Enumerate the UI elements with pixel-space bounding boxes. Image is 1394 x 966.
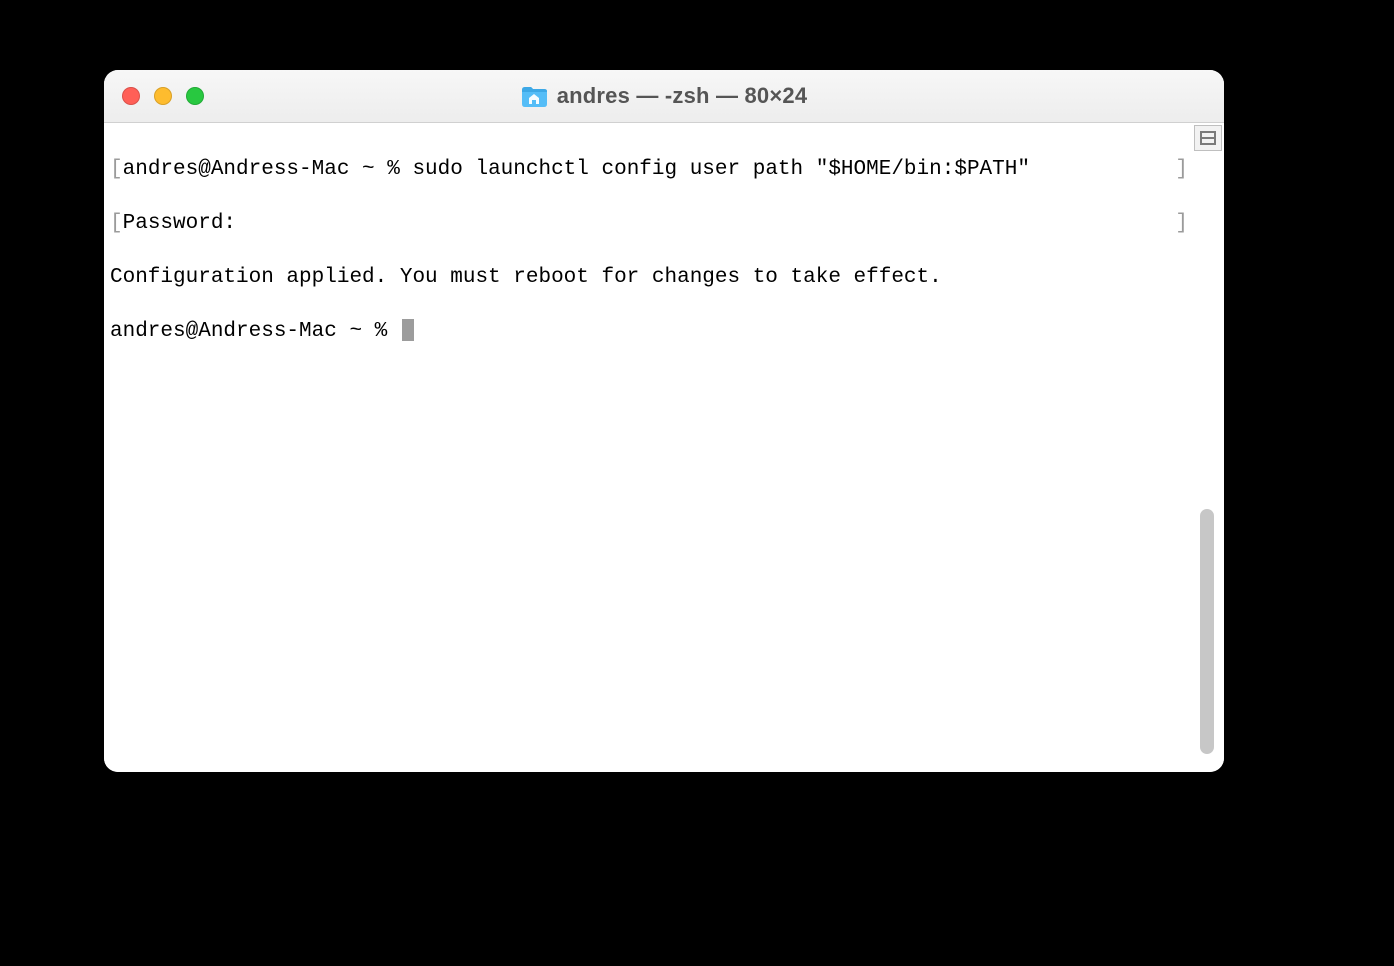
line3-text: Configuration applied. You must reboot f… [110,266,942,289]
line1-open-bracket: [ [110,158,123,181]
minimize-button[interactable] [154,87,172,105]
right-gutter [1194,123,1224,772]
traffic-lights [122,70,204,122]
home-folder-icon [521,85,547,107]
terminal-viewport[interactable]: [andres@Andress-Mac ~ % sudo launchctl c… [104,123,1194,772]
terminal-window: andres — -zsh — 80×24 [andres@Andress-Ma… [104,70,1224,772]
line2-open-bracket: [ [110,212,123,235]
line2-close-bracket: ] [1175,210,1188,237]
pane-toggle-icon[interactable] [1194,125,1222,151]
content-area: [andres@Andress-Mac ~ % sudo launchctl c… [104,123,1224,772]
close-button[interactable] [122,87,140,105]
cursor [402,319,414,341]
scrollbar-thumb[interactable] [1200,509,1214,753]
line1-text: andres@Andress-Mac ~ % sudo launchctl co… [123,158,1030,181]
window-title: andres — -zsh — 80×24 [521,83,808,109]
titlebar[interactable]: andres — -zsh — 80×24 [104,70,1224,123]
window-title-text: andres — -zsh — 80×24 [557,83,808,109]
zoom-button[interactable] [186,87,204,105]
terminal-text[interactable]: [andres@Andress-Mac ~ % sudo launchctl c… [110,129,1188,766]
line4-prompt: andres@Andress-Mac ~ % [110,320,400,343]
scrollbar-track[interactable] [1194,155,1222,766]
line1-close-bracket: ] [1175,156,1188,183]
line2-text: Password: [123,212,236,235]
